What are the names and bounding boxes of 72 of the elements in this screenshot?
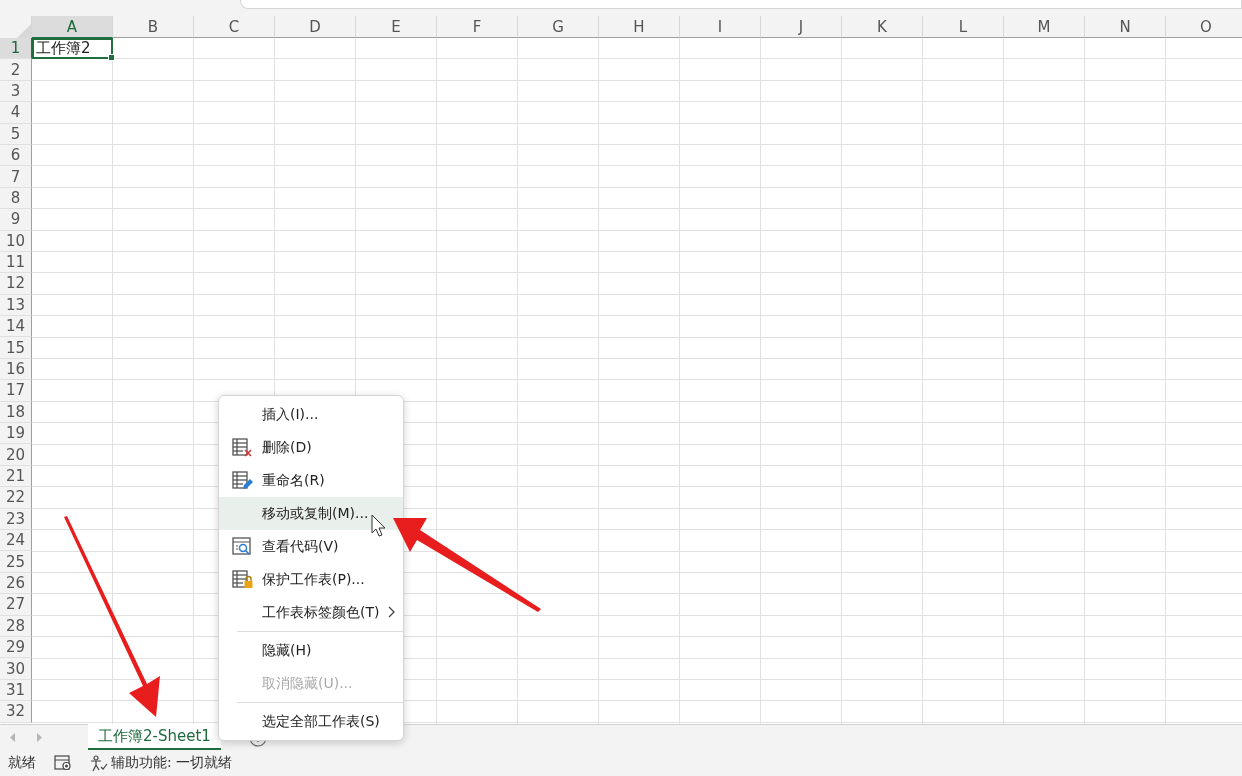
view-code-icon	[232, 537, 253, 556]
column-header[interactable]: B	[113, 16, 194, 38]
column-header[interactable]: C	[194, 16, 275, 38]
row-header[interactable]: 14	[0, 316, 32, 338]
column-header[interactable]: G	[518, 16, 599, 38]
accessibility-status[interactable]: 辅助功能: 一切就绪	[111, 754, 233, 772]
row-header[interactable]: 24	[0, 530, 32, 552]
row-header[interactable]: 30	[0, 658, 32, 680]
row-header[interactable]: 26	[0, 572, 32, 595]
column-header[interactable]: F	[437, 16, 518, 38]
table-cell[interactable]: 工作簿2	[32, 38, 113, 60]
column-header[interactable]: K	[842, 16, 923, 38]
row-header[interactable]: 28	[0, 615, 32, 637]
scroll-right-icon[interactable]	[36, 733, 42, 742]
row-header[interactable]: 16	[0, 358, 32, 381]
row-header[interactable]: 9	[0, 209, 32, 231]
status-text: 就绪	[8, 754, 36, 772]
row-header[interactable]: 18	[0, 401, 32, 424]
row-header[interactable]: 29	[0, 636, 32, 659]
row-header[interactable]: 3	[0, 80, 32, 103]
menu-item[interactable]: 插入(I)...	[219, 398, 403, 431]
row-header[interactable]: 17	[0, 380, 32, 402]
row-header[interactable]: 5	[0, 123, 32, 145]
formula-bar[interactable]	[240, 0, 1242, 9]
menu-item[interactable]: 工作表标签颜色(T)	[219, 596, 403, 629]
menu-item[interactable]: 重命名(R)	[219, 464, 403, 497]
column-header[interactable]: E	[356, 16, 437, 38]
column-header[interactable]: M	[1004, 16, 1085, 38]
chevron-right-icon	[388, 606, 395, 618]
menu-item[interactable]: 查看代码(V)	[219, 530, 403, 563]
row-header[interactable]: 20	[0, 444, 32, 466]
delete-table-icon	[232, 438, 253, 457]
row-header[interactable]: 15	[0, 337, 32, 359]
row-header[interactable]: 32	[0, 701, 32, 723]
row-header[interactable]: 19	[0, 423, 32, 445]
row-header[interactable]: 27	[0, 594, 32, 616]
row-header[interactable]: 4	[0, 102, 32, 124]
row-header[interactable]: 1	[0, 38, 32, 60]
menu-item[interactable]: 选定全部工作表(S)	[219, 705, 403, 738]
column-header[interactable]: O	[1166, 16, 1242, 38]
macro-record-icon[interactable]	[54, 755, 72, 771]
row-header[interactable]: 10	[0, 230, 32, 252]
mouse-pointer-icon	[371, 514, 386, 537]
row-header[interactable]: 12	[0, 273, 32, 295]
row-header[interactable]: 11	[0, 251, 32, 274]
row-header[interactable]: 8	[0, 187, 32, 210]
column-header[interactable]: I	[680, 16, 761, 38]
menu-item[interactable]: 删除(D)	[219, 431, 403, 464]
column-header[interactable]: H	[599, 16, 680, 38]
row-header[interactable]: 6	[0, 144, 32, 167]
row-header[interactable]: 25	[0, 551, 32, 573]
column-header[interactable]: J	[761, 16, 842, 38]
accessibility-icon[interactable]	[90, 754, 108, 772]
fill-handle[interactable]	[108, 54, 115, 62]
row-header[interactable]: 22	[0, 487, 32, 509]
row-header[interactable]: 13	[0, 294, 32, 317]
row-header[interactable]: 31	[0, 679, 32, 702]
menu-item[interactable]: 保护工作表(P)...	[219, 563, 403, 596]
column-header[interactable]: A	[32, 16, 113, 38]
sheet-tab[interactable]: 工作簿2-Sheet1	[88, 724, 221, 750]
column-header[interactable]: L	[923, 16, 1004, 38]
menu-item[interactable]: 移动或复制(M)...	[219, 497, 403, 530]
column-header[interactable]: N	[1085, 16, 1166, 38]
row-header[interactable]: 2	[0, 59, 32, 81]
row-header[interactable]: 7	[0, 166, 32, 188]
rename-table-icon	[232, 471, 253, 490]
scroll-left-icon[interactable]	[10, 733, 16, 742]
protect-sheet-icon	[232, 570, 253, 589]
row-header[interactable]: 21	[0, 465, 32, 488]
row-header[interactable]: 23	[0, 508, 32, 530]
column-header[interactable]: D	[275, 16, 356, 38]
menu-item[interactable]: 隐藏(H)	[219, 634, 403, 667]
